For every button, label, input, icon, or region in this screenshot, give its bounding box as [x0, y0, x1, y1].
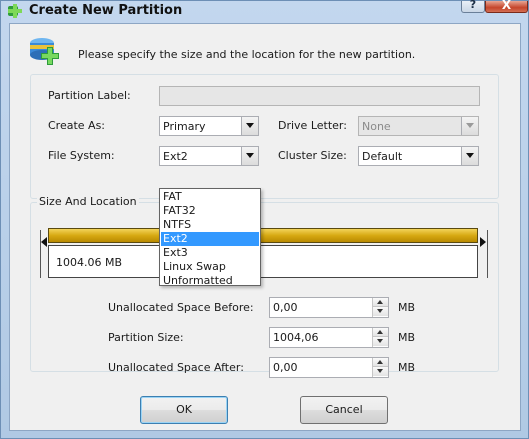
cluster-size-select[interactable]: Default: [358, 146, 479, 166]
close-button[interactable]: X: [485, 0, 528, 13]
partition-size-spinner[interactable]: 1004,06: [269, 327, 389, 348]
unalloc-after-value: 0,00: [273, 361, 298, 374]
arrow-down-icon[interactable]: [373, 367, 388, 376]
spinner-buttons: [372, 358, 388, 377]
drive-letter-value: None: [362, 120, 391, 133]
unalloc-after-spinner[interactable]: 0,00: [269, 357, 389, 378]
unalloc-before-label: Unallocated Space Before:: [108, 301, 254, 314]
size-location-title: Size And Location: [37, 195, 139, 208]
file-system-dropdown: FAT FAT32 NTFS Ext2 Ext3 Linux Swap Unfo…: [159, 188, 261, 288]
dropdown-item-fat[interactable]: FAT: [161, 190, 259, 204]
size-location-group: Size And Location 1004.06 MB Unallocated…: [30, 195, 499, 378]
drive-letter-label: Drive Letter:: [278, 119, 347, 132]
create-partition-icon: [30, 38, 59, 65]
cluster-size-label: Cluster Size:: [278, 149, 347, 162]
cancel-button[interactable]: Cancel: [300, 396, 388, 424]
partition-settings-group: Partition Label: Create As: Primary Driv…: [30, 74, 499, 199]
unalloc-after-label: Unallocated Space After:: [108, 361, 244, 374]
create-partition-dialog: Create New Partition ? X Please specify …: [0, 0, 529, 439]
partition-label-input[interactable]: [159, 86, 480, 106]
file-system-label: File System:: [48, 149, 115, 162]
arrow-up-icon[interactable]: [373, 328, 388, 337]
right-resize-handle[interactable]: [480, 230, 488, 278]
partition-size-value: 1004,06: [273, 331, 319, 344]
chevron-down-icon[interactable]: [241, 117, 258, 135]
partition-add-icon: [8, 4, 22, 18]
create-as-select[interactable]: Primary: [159, 116, 259, 136]
partition-size-display: 1004.06 MB: [56, 256, 123, 269]
arrow-up-icon[interactable]: [373, 358, 388, 367]
spinner-buttons: [372, 328, 388, 347]
partition-block[interactable]: 1004.06 MB: [48, 245, 478, 278]
dropdown-item-unformatted[interactable]: Unformatted: [161, 274, 259, 288]
partition-label-label: Partition Label:: [48, 89, 131, 102]
create-as-value: Primary: [163, 120, 206, 133]
partition-size-unit: MB: [398, 331, 416, 344]
dropdown-item-ntfs[interactable]: NTFS: [161, 218, 259, 232]
help-button[interactable]: ?: [461, 0, 485, 13]
dialog-body: Please specify the size and the location…: [9, 23, 521, 431]
chevron-down-icon[interactable]: [241, 147, 258, 165]
partition-map: 1004.06 MB: [40, 228, 490, 284]
title-bar: Create New Partition ? X: [1, 0, 529, 22]
help-icon: ?: [469, 0, 477, 11]
chevron-down-icon[interactable]: [461, 117, 478, 135]
arrow-down-icon[interactable]: [373, 337, 388, 346]
spinner-buttons: [372, 298, 388, 317]
partition-size-label: Partition Size:: [108, 331, 184, 344]
arrow-up-icon[interactable]: [373, 298, 388, 307]
dropdown-item-linux-swap[interactable]: Linux Swap: [161, 260, 259, 274]
drive-letter-select[interactable]: None: [358, 116, 479, 136]
file-system-value: Ext2: [163, 150, 188, 163]
window-title: Create New Partition: [29, 3, 183, 18]
arrow-down-icon[interactable]: [373, 307, 388, 316]
dropdown-item-ext2[interactable]: Ext2: [161, 232, 259, 246]
partition-bar[interactable]: [48, 228, 478, 243]
file-system-select[interactable]: Ext2: [159, 146, 259, 166]
dropdown-item-ext3[interactable]: Ext3: [161, 246, 259, 260]
unalloc-before-spinner[interactable]: 0,00: [269, 297, 389, 318]
close-icon: X: [501, 0, 512, 12]
chevron-down-icon[interactable]: [461, 147, 478, 165]
ok-button[interactable]: OK: [140, 396, 228, 424]
unalloc-before-unit: MB: [398, 301, 416, 314]
dropdown-item-fat32[interactable]: FAT32: [161, 204, 259, 218]
dialog-description: Please specify the size and the location…: [78, 48, 416, 61]
cluster-size-value: Default: [362, 150, 403, 163]
unalloc-before-value: 0,00: [273, 301, 298, 314]
create-as-label: Create As:: [48, 119, 106, 132]
left-resize-handle[interactable]: [40, 230, 47, 278]
unalloc-after-unit: MB: [398, 361, 416, 374]
